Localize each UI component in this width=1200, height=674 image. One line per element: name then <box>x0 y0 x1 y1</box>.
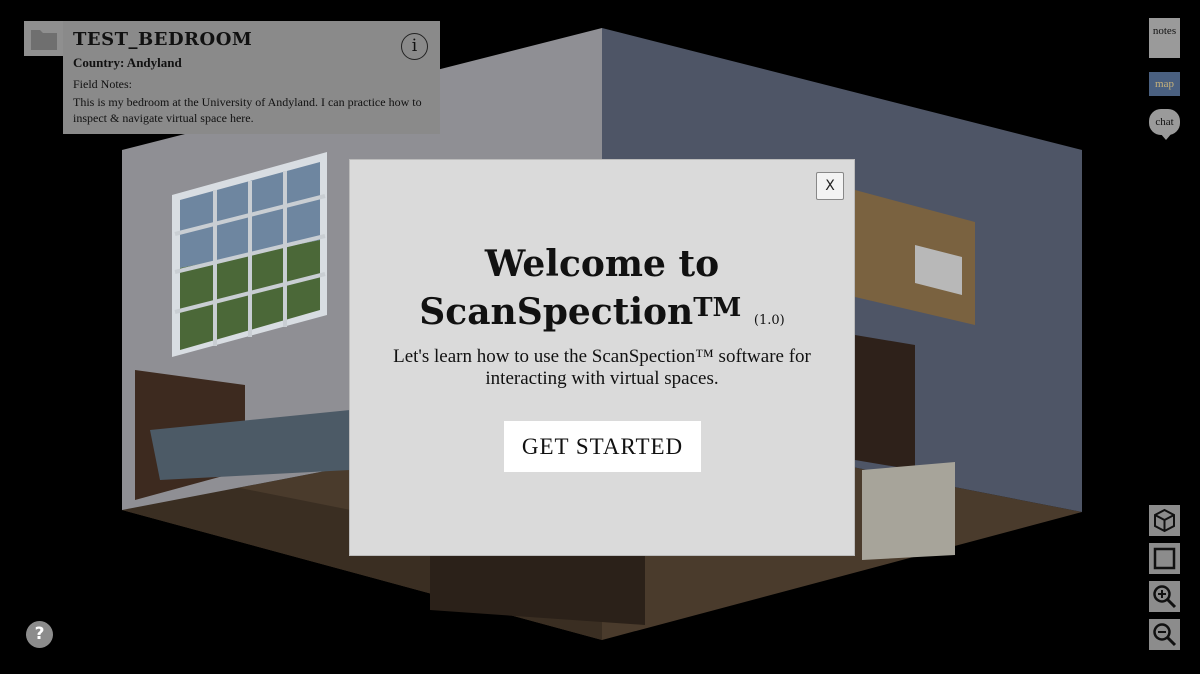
storage-box <box>862 462 955 560</box>
folder-icon[interactable] <box>24 21 64 56</box>
room-info-panel: TEST_BEDROOM Country: Andyland Field Not… <box>63 21 440 134</box>
map-button[interactable]: map <box>1149 72 1180 96</box>
modal-heading-tm: TM <box>693 293 742 323</box>
cube-view-icon <box>1154 508 1175 533</box>
room-country: Country: Andyland <box>73 55 182 70</box>
shelf <box>855 335 915 470</box>
view-2d-button[interactable] <box>1149 543 1180 574</box>
zoom-in-icon <box>1153 585 1177 609</box>
zoom-out-button[interactable] <box>1149 619 1180 650</box>
modal-description: Let's learn how to use the ScanSpection™… <box>393 346 811 389</box>
field-notes-text: This is my bedroom at the University of … <box>73 95 422 125</box>
zoom-in-button[interactable] <box>1149 581 1180 612</box>
get-started-button[interactable]: GET STARTED <box>504 421 701 472</box>
room-title: TEST_BEDROOM <box>73 29 253 50</box>
desk <box>430 555 645 625</box>
chat-bubble-tail <box>1160 133 1172 140</box>
chat-button[interactable]: chat <box>1149 109 1180 135</box>
square-view-icon <box>1153 547 1176 570</box>
help-button[interactable]: ? <box>26 621 53 648</box>
modal-close-button[interactable]: X <box>816 172 844 200</box>
notes-button[interactable]: notes <box>1149 18 1180 58</box>
modal-heading-line1: Welcome to <box>484 243 720 285</box>
info-icon[interactable]: i <box>401 33 428 60</box>
modal-heading: Welcome to ScanSpectionTM (1.0) <box>350 242 854 343</box>
field-notes-label: Field Notes: <box>73 77 132 91</box>
welcome-modal: X Welcome to ScanSpectionTM (1.0) Let's … <box>350 160 854 555</box>
zoom-out-icon <box>1153 623 1177 647</box>
modal-version: (1.0) <box>753 313 785 328</box>
view-3d-button[interactable] <box>1149 505 1180 536</box>
modal-heading-line2: ScanSpection <box>419 291 694 333</box>
